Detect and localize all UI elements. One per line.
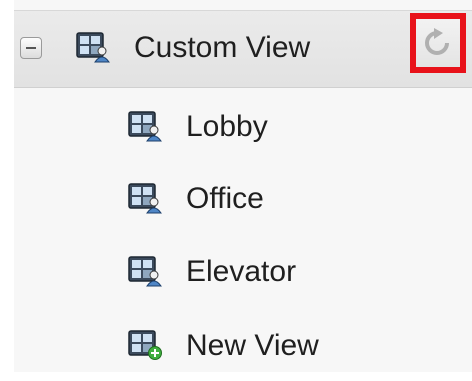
add-view-icon (128, 330, 162, 360)
refresh-button[interactable] (410, 13, 466, 73)
camera-view-icon (128, 183, 162, 214)
tree-item-label: New View (186, 329, 319, 362)
tree-item-lobby[interactable]: Lobby (14, 92, 472, 162)
custom-view-group-row[interactable]: Custom View (14, 10, 472, 88)
tree-item-label: Elevator (186, 255, 297, 288)
camera-view-icon (128, 256, 162, 287)
tree-item-elevator[interactable]: Elevator (14, 237, 472, 307)
collapse-minus-icon[interactable] (20, 37, 42, 59)
custom-view-label: Custom View (134, 31, 311, 64)
tree-item-office[interactable]: Office (14, 164, 472, 234)
tree-item-label: Lobby (186, 110, 268, 143)
tree-item-label: Office (186, 182, 264, 215)
camera-view-icon (76, 32, 110, 63)
view-tree-panel: Custom View Lobby Office Elevator New Vi… (0, 0, 472, 372)
refresh-icon (425, 28, 449, 55)
camera-view-icon (128, 111, 162, 142)
tree-item-new-view[interactable]: New View (14, 311, 472, 381)
